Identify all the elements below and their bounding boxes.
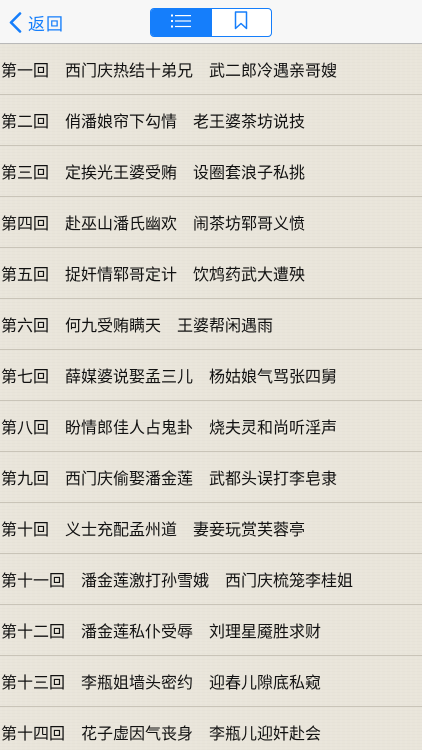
chapter-title: 西门庆热结十弟兄 武二郎冷遇亲哥嫂 (65, 61, 338, 80)
chapter-title: 定挨光王婆受贿 设圈套浪子私挑 (65, 163, 306, 182)
chapter-title: 义士充配孟州道 妻妾玩赏芙蓉亭 (65, 520, 306, 539)
bookmark-icon (234, 11, 248, 34)
segment-chapter-list[interactable] (151, 9, 211, 36)
chapter-row[interactable]: 第八回 盼情郎佳人占鬼卦 烧夫灵和尚听淫声 (0, 401, 422, 452)
chapter-row[interactable]: 第六回 何九受贿瞒天 王婆帮闲遇雨 (0, 299, 422, 350)
list-icon (170, 13, 191, 32)
chapter-title: 西门庆偷娶潘金莲 武都头误打李皂隶 (65, 469, 338, 488)
chapter-row[interactable]: 第十二回 潘金莲私仆受辱 刘理星魇胜求财 (0, 605, 422, 656)
chapter-title: 潘金莲激打孙雪娥 西门庆梳笼李桂姐 (81, 571, 354, 590)
chapter-number: 第四回 (1, 214, 50, 233)
chapter-row[interactable]: 第五回 捉奸情郓哥定计 饮鸩药武大遭殃 (0, 248, 422, 299)
chapter-title: 薛媒婆说娶孟三儿 杨姑娘气骂张四舅 (65, 367, 338, 386)
chapter-row[interactable]: 第二回 俏潘娘帘下勾情 老王婆茶坊说技 (0, 95, 422, 146)
chapter-title: 捉奸情郓哥定计 饮鸩药武大遭殃 (65, 265, 306, 284)
chapter-number: 第八回 (1, 418, 50, 437)
chapter-title: 何九受贿瞒天 王婆帮闲遇雨 (65, 316, 274, 335)
chapter-title: 花子虚因气丧身 李瓶儿迎奸赴会 (81, 724, 322, 743)
back-button-label: 返回 (28, 14, 64, 35)
chapter-row[interactable]: 第十三回 李瓶姐墙头密约 迎春儿隙底私窥 (0, 656, 422, 707)
chapter-row[interactable]: 第三回 定挨光王婆受贿 设圈套浪子私挑 (0, 146, 422, 197)
chapter-row[interactable]: 第十一回 潘金莲激打孙雪娥 西门庆梳笼李桂姐 (0, 554, 422, 605)
view-mode-segmented-control (150, 8, 272, 37)
chapter-row[interactable]: 第十四回 花子虚因气丧身 李瓶儿迎奸赴会 (0, 707, 422, 750)
chapter-title: 潘金莲私仆受辱 刘理星魇胜求财 (81, 622, 322, 641)
chapter-row[interactable]: 第十回 义士充配孟州道 妻妾玩赏芙蓉亭 (0, 503, 422, 554)
chapter-number: 第十一回 (1, 571, 66, 590)
chapter-number: 第十四回 (1, 724, 66, 743)
chapter-number: 第七回 (1, 367, 50, 386)
chapter-title: 盼情郎佳人占鬼卦 烧夫灵和尚听淫声 (65, 418, 338, 437)
chapter-number: 第十二回 (1, 622, 66, 641)
back-button[interactable]: 返回 (9, 7, 64, 37)
chapter-number: 第三回 (1, 163, 50, 182)
segment-bookmarks[interactable] (210, 9, 272, 36)
chapter-row[interactable]: 第九回 西门庆偷娶潘金莲 武都头误打李皂隶 (0, 452, 422, 503)
chapter-number: 第一回 (1, 61, 50, 80)
chapter-title: 李瓶姐墙头密约 迎春儿隙底私窥 (81, 673, 322, 692)
chapter-list: 第一回 西门庆热结十弟兄 武二郎冷遇亲哥嫂 第二回 俏潘娘帘下勾情 老王婆茶坊说技 第三… (0, 44, 422, 750)
chapter-number: 第六回 (1, 316, 50, 335)
chapter-title: 赴巫山潘氏幽欢 闹茶坊郓哥义愤 (65, 214, 306, 233)
chapter-number: 第十回 (1, 520, 50, 539)
chapter-number: 第二回 (1, 112, 50, 131)
chapter-row[interactable]: 第一回 西门庆热结十弟兄 武二郎冷遇亲哥嫂 (0, 44, 422, 95)
chevron-left-icon (9, 11, 22, 33)
chapter-title: 俏潘娘帘下勾情 老王婆茶坊说技 (65, 112, 306, 131)
navigation-bar: 返回 (0, 0, 422, 44)
chapter-number: 第十三回 (1, 673, 66, 692)
chapter-row[interactable]: 第七回 薛媒婆说娶孟三儿 杨姑娘气骂张四舅 (0, 350, 422, 401)
chapter-row[interactable]: 第四回 赴巫山潘氏幽欢 闹茶坊郓哥义愤 (0, 197, 422, 248)
chapter-number: 第五回 (1, 265, 50, 284)
chapter-number: 第九回 (1, 469, 50, 488)
